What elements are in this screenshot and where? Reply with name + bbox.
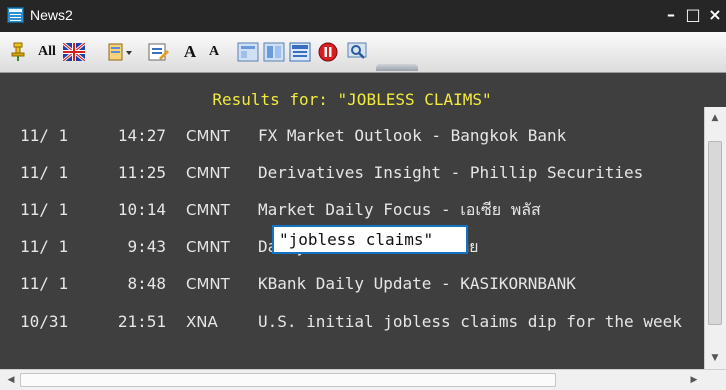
row-source: CMNT [186, 164, 230, 182]
news-app-icon [7, 7, 24, 23]
row-time: 11:25 [117, 163, 166, 182]
row-headline[interactable]: KBank Daily Update - KASIKORNBANK [258, 266, 704, 302]
tile-window-icon[interactable] [262, 41, 286, 63]
row-headline[interactable]: FX Market Outlook - Bangkok Bank [258, 118, 704, 154]
news-row[interactable]: 11/ 1 8:48 CMNT KBank Daily Update - KAS… [0, 266, 704, 302]
news-page-icon[interactable] [288, 41, 312, 63]
window-title: News2 [30, 7, 73, 23]
horizontal-scrollbar[interactable]: ◀ ▶ [0, 369, 726, 390]
toolbar: All A A [0, 32, 726, 73]
row-headline[interactable]: Market Daily Focus - เอเซีย พลัส [258, 192, 704, 228]
row-date: 11/ 1 [20, 163, 69, 182]
row-source: CMNT [186, 201, 230, 219]
vertical-scrollbar[interactable]: ▲ ▼ [704, 107, 726, 369]
horizontal-scroll-thumb[interactable] [20, 373, 556, 387]
all-button[interactable]: All [34, 41, 60, 63]
row-date: 11/ 1 [20, 126, 69, 145]
row-headline[interactable]: U.S. initial jobless claims dip for the … [258, 304, 704, 340]
row-source: XNA [186, 313, 218, 331]
row-date: 11/ 1 [20, 237, 69, 256]
scroll-right-icon[interactable]: ▶ [688, 374, 700, 386]
list-edit-icon[interactable] [146, 41, 170, 63]
news-row[interactable]: 11/ 1 11:25 CMNT Derivatives Insight - P… [0, 155, 704, 191]
row-date: 10/31 [20, 312, 69, 331]
window-controls: – □ × [660, 0, 726, 32]
news-row[interactable]: 11/ 1 14:27 CMNT FX Market Outlook - Ban… [0, 118, 704, 154]
close-button[interactable]: × [704, 0, 726, 32]
search-popup[interactable]: "jobless claims" [272, 225, 468, 254]
row-time: 9:43 [127, 237, 166, 256]
toolbar-grip[interactable] [376, 64, 418, 71]
scroll-left-icon[interactable]: ◀ [5, 374, 17, 386]
title-bar[interactable]: News2 – □ × [0, 0, 726, 32]
row-source: CMNT [186, 238, 230, 256]
minimize-button[interactable]: – [660, 0, 682, 32]
scroll-down-icon[interactable]: ▼ [710, 353, 720, 363]
stop-icon[interactable] [316, 41, 340, 63]
row-headline[interactable]: Derivatives Insight - Phillip Securities [258, 155, 704, 191]
results-pane: Results for: "JOBLESS CLAIMS" 11/ 1 14:2… [0, 73, 704, 369]
document-dropdown-icon[interactable] [108, 41, 134, 63]
row-date: 11/ 1 [20, 200, 69, 219]
row-source: CMNT [186, 127, 230, 145]
font-decrease-button[interactable]: A [204, 41, 224, 63]
row-time: 14:27 [117, 126, 166, 145]
flag-icon[interactable] [62, 41, 86, 63]
scrollbar-cap [704, 73, 726, 107]
window-layout-icon[interactable] [236, 41, 260, 63]
maximize-button[interactable]: □ [682, 0, 704, 32]
news-row[interactable]: 11/ 1 10:14 CMNT Market Daily Focus - เอ… [0, 192, 704, 228]
results-title: Results for: "JOBLESS CLAIMS" [212, 90, 492, 109]
pin-icon[interactable] [8, 41, 28, 63]
row-time: 8:48 [127, 274, 166, 293]
scroll-up-icon[interactable]: ▲ [710, 113, 720, 123]
news-row[interactable]: 10/31 21:51 XNA U.S. initial jobless cla… [0, 304, 704, 340]
row-source: CMNT [186, 275, 230, 293]
news-window: News2 – □ × All A A Results for: "JOBLES… [0, 0, 726, 390]
row-time: 10:14 [117, 200, 166, 219]
row-date: 11/ 1 [20, 274, 69, 293]
font-increase-button[interactable]: A [180, 41, 200, 63]
vertical-scroll-thumb[interactable] [708, 141, 722, 325]
search-icon[interactable] [346, 41, 370, 63]
row-time: 21:51 [117, 312, 166, 331]
